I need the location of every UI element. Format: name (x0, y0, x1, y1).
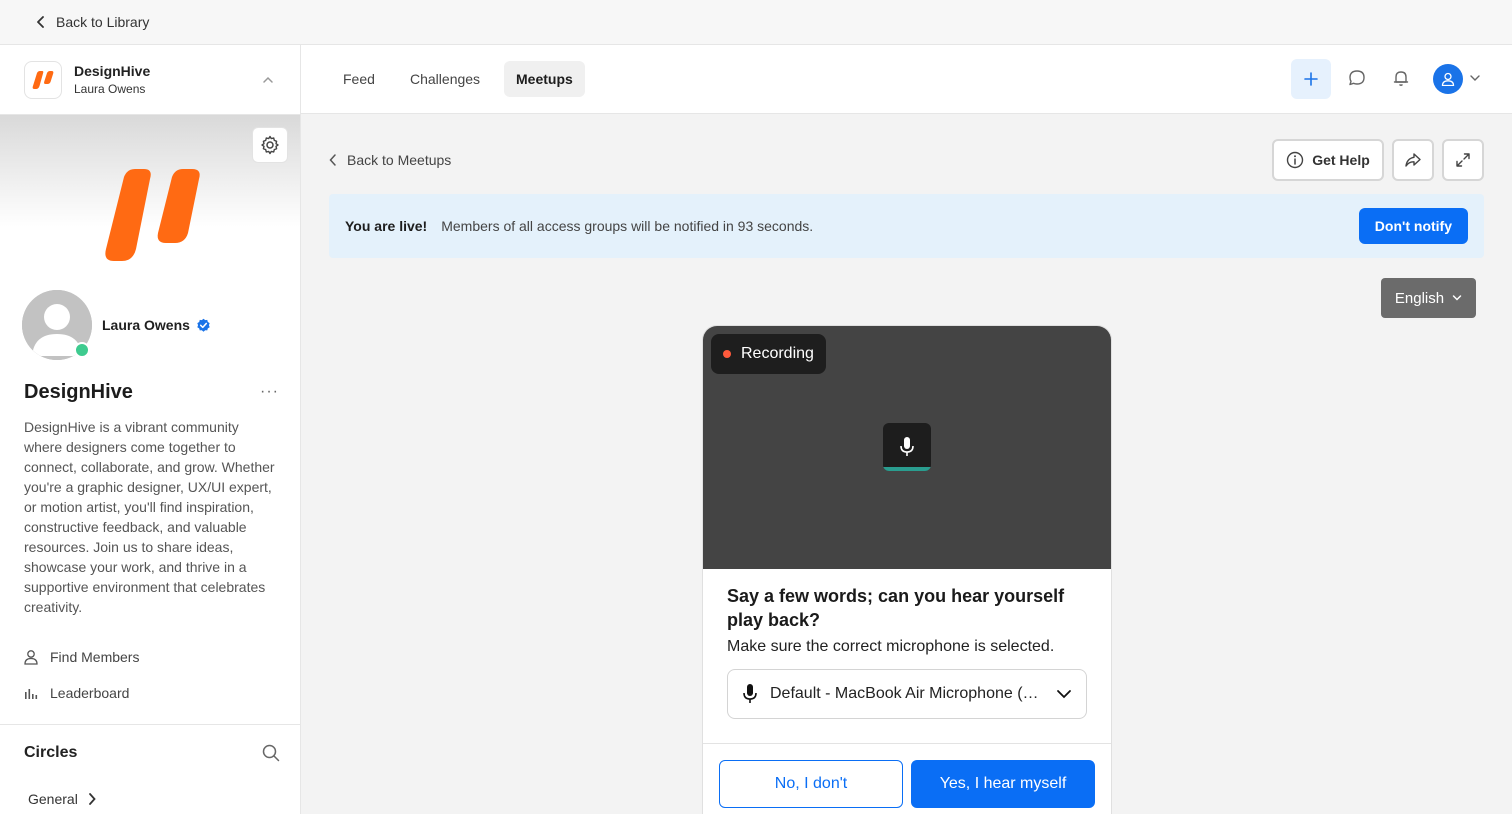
language-select[interactable]: English (1381, 278, 1476, 318)
back-to-library-link[interactable]: Back to Library (36, 14, 149, 30)
language-label: English (1394, 289, 1445, 307)
tab-meetups[interactable]: Meetups (504, 61, 585, 97)
community-switcher[interactable]: DesignHive Laura Owens (0, 45, 300, 115)
main-header: Feed Challenges Meetups (301, 45, 1512, 114)
sidebar-item-find-members[interactable]: Find Members (24, 649, 139, 665)
profile-name: Laura Owens (102, 317, 190, 333)
org-title: DesignHive (24, 381, 133, 403)
dialog-title: Say a few words; can you hear yourself p… (727, 586, 1065, 630)
no-i-dont-button[interactable]: No, I don't (719, 760, 903, 808)
community-user: Laura Owens (74, 82, 146, 96)
back-to-meetups-link[interactable]: Back to Meetups (329, 152, 451, 168)
plus-icon (1304, 72, 1318, 86)
back-to-meetups-label: Back to Meetups (347, 152, 452, 168)
mic-level-meter (883, 467, 931, 471)
recording-dot-icon (723, 350, 731, 358)
more-options-button[interactable]: ··· (260, 383, 279, 401)
sidebar-item-label: Find Members (50, 649, 140, 665)
sidebar-divider (0, 724, 300, 725)
org-description: DesignHive is a vibrant community where … (24, 419, 275, 615)
community-large-logo (100, 167, 204, 263)
chevron-left-icon (329, 154, 337, 166)
gear-icon (260, 135, 280, 155)
live-notification-bar: You are live! Members of all access grou… (329, 194, 1484, 258)
fullscreen-button[interactable] (1442, 139, 1484, 181)
microphone-select[interactable]: Default - MacBook Air Microphone (Built-… (727, 669, 1087, 719)
get-help-button[interactable]: Get Help (1272, 139, 1384, 181)
expand-icon (1455, 152, 1471, 168)
chevron-right-icon (88, 793, 96, 805)
yes-i-hear-myself-button[interactable]: Yes, I hear myself (911, 760, 1095, 808)
circles-heading: Circles (24, 744, 78, 761)
get-help-label: Get Help (1312, 152, 1370, 168)
chevron-left-icon (36, 16, 46, 28)
share-button[interactable] (1392, 139, 1434, 181)
mic-check-dialog: Recording Say a few words; can you hear … (703, 326, 1111, 814)
sidebar-item-label: Leaderboard (50, 685, 130, 701)
community-logo (24, 60, 62, 99)
meetup-content: Back to Meetups Get Help You are live! M… (301, 114, 1512, 814)
user-icon (1441, 72, 1455, 86)
microphone-select-value: Default - MacBook Air Microphone (Built-… (770, 685, 1044, 702)
share-icon (1404, 151, 1422, 169)
settings-button[interactable] (252, 127, 288, 163)
community-banner (0, 115, 300, 275)
chevron-down-icon (1452, 294, 1462, 302)
recording-badge: Recording (711, 334, 826, 374)
dialog-divider (703, 743, 1111, 744)
bell-icon[interactable] (1392, 69, 1410, 87)
mic-level-tile (883, 423, 931, 471)
sidebar: DesignHive Laura Owens Laura Owens Desig… (0, 45, 301, 814)
info-icon (1286, 151, 1304, 169)
community-name: DesignHive (74, 63, 151, 79)
back-to-library-label: Back to Library (56, 14, 150, 30)
chevron-down-icon[interactable] (1469, 72, 1481, 84)
search-icon[interactable] (262, 744, 280, 762)
chevron-down-icon (1056, 689, 1072, 699)
verified-badge-icon (196, 318, 211, 333)
profile-summary[interactable]: Laura Owens (22, 290, 211, 360)
microphone-icon (742, 683, 758, 705)
dialog-subtitle: Make sure the correct microphone is sele… (727, 638, 1055, 655)
recording-label: Recording (741, 345, 814, 362)
chevron-up-icon (260, 72, 276, 88)
live-title: You are live! (345, 218, 428, 234)
user-menu-avatar[interactable] (1433, 64, 1463, 94)
tab-feed[interactable]: Feed (331, 61, 387, 97)
top-bar: Back to Library (0, 0, 1512, 45)
online-status-dot (74, 342, 90, 358)
bars-icon (24, 686, 38, 700)
sidebar-item-leaderboard[interactable]: Leaderboard (24, 685, 129, 701)
circle-item-label: General (28, 791, 78, 807)
microphone-icon (899, 436, 915, 458)
chat-icon[interactable] (1348, 69, 1366, 87)
person-icon (24, 649, 38, 665)
tab-challenges[interactable]: Challenges (398, 61, 492, 97)
dont-notify-button[interactable]: Don't notify (1358, 208, 1468, 244)
create-button[interactable] (1291, 59, 1331, 99)
circle-item-general[interactable]: General (28, 791, 96, 807)
video-preview: Recording (703, 326, 1111, 569)
live-message: Members of all access groups will be not… (441, 218, 814, 234)
